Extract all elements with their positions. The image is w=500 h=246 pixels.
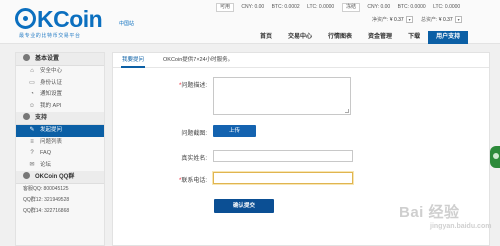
sidebar-item-forum[interactable]: ✉ 论坛 (16, 160, 104, 172)
available-balance-ticker: 可用 CNY: 0.00 BTC: 0.0002 LTC: 0.0000 (216, 3, 340, 12)
site-header: KCoin 中国站 最专业的比特币交易平台 可用 CNY: 0.00 BTC: … (0, 0, 500, 44)
qq-penguin-icon (23, 172, 30, 179)
logo-region-label: 中国站 (119, 21, 135, 27)
net-assets-dropdown-icon[interactable]: ▾ (406, 16, 414, 24)
list-icon: ≡ (30, 138, 34, 145)
sidebar-section-support: 支持 (16, 112, 104, 125)
sidebar-section-basic: 基本设置 (16, 53, 104, 66)
frozen-cny: CNY: 0.00 (367, 4, 391, 10)
nav-home[interactable]: 首页 (252, 31, 280, 44)
sidebar-item-notifications[interactable]: ◔ 通知设置 (16, 89, 104, 101)
nav-user-support[interactable]: 用户支持 (428, 31, 469, 44)
sidebar-item-ask-question[interactable]: ✎ 发起提问 (16, 125, 104, 137)
frozen-ltc: LTC: 0.0000 (433, 4, 461, 10)
frozen-tag: 冻结 (342, 3, 361, 12)
tab-bar: 我要提问 OKCoin提供7×24小时服务。 (113, 53, 489, 68)
okcoin-logo[interactable]: KCoin 中国站 最专业的比特币交易平台 (15, 7, 165, 39)
total-assets-value: ¥ 0.37 (438, 17, 453, 23)
nav-download[interactable]: 下载 (400, 31, 428, 44)
sidebar: 基本设置 ⌂ 安全中心 ▭ 身份认证 ◔ 通知设置 ☺ 我的 API 支持 ✎ 发起提问 … (15, 52, 105, 246)
sidebar-item-faq[interactable]: ? FAQ (16, 148, 104, 160)
home-icon: ⌂ (30, 68, 34, 74)
logo-o-icon (15, 8, 36, 29)
total-assets-dropdown-icon[interactable]: ▾ (455, 16, 463, 24)
qq-group-14: QQ群14: 322716868 (23, 208, 70, 214)
question-textarea[interactable] (213, 77, 351, 115)
net-assets-label: 净资产: (372, 17, 389, 23)
name-label: 真实姓名: (181, 156, 207, 162)
bell-icon: ◔ (30, 91, 34, 97)
available-tag: 可用 (216, 3, 235, 12)
logo-wordmark: KCoin (15, 7, 103, 31)
question-icon: ? (30, 150, 34, 156)
floating-service-widget[interactable] (490, 146, 500, 168)
available-btc: BTC: 0.0002 (271, 4, 300, 10)
sidebar-item-question-list[interactable]: ≡ 问题列表 (16, 137, 104, 149)
available-cny: CNY: 0.00 (241, 4, 265, 10)
sidebar-item-api[interactable]: ☺ 我的 API (16, 101, 104, 113)
tab-ask-question[interactable]: 我要提问 (121, 53, 146, 68)
phone-input[interactable] (213, 172, 353, 184)
frozen-balance-ticker: 冻结 CNY: 0.00 BTC: 0.0000 LTC: 0.0000 (342, 3, 466, 12)
upload-button[interactable]: 上传 (213, 125, 256, 137)
phone-label: *联系电话: (178, 178, 207, 184)
gear-icon (23, 54, 30, 61)
people-icon (23, 113, 30, 120)
qq-group-12: QQ群12: 321949528 (23, 197, 70, 203)
sidebar-item-identity[interactable]: ▭ 身份认证 (16, 78, 104, 90)
main-nav: 首页 交易中心 行情图表 资金管理 下载 用户支持 (252, 31, 469, 44)
service-note: OKCoin提供7×24小时服务。 (163, 57, 234, 63)
real-name-input[interactable] (213, 150, 353, 162)
screenshot-label: 问题截图: (181, 131, 207, 137)
net-assets: 净资产: ¥ 0.37 ▾ (372, 16, 414, 24)
nav-charts[interactable]: 行情图表 (320, 31, 360, 44)
qq-support-line: 客服QQ: 800045125 (23, 186, 69, 192)
sidebar-item-security-center[interactable]: ⌂ 安全中心 (16, 66, 104, 78)
nav-funds[interactable]: 资金管理 (360, 31, 400, 44)
frozen-btc: BTC: 0.0000 (397, 4, 426, 10)
question-label: *问题描述: (178, 83, 207, 89)
nav-trade-center[interactable]: 交易中心 (280, 31, 320, 44)
total-assets: 总资产: ¥ 0.37 ▾ (421, 16, 463, 24)
forum-icon: ✉ (29, 161, 35, 168)
submit-button[interactable]: 确认提交 (214, 199, 274, 213)
logo-tagline: 最专业的比特币交易平台 (19, 33, 81, 39)
edit-icon: ✎ (29, 127, 35, 133)
available-ltc: LTC: 0.0000 (307, 4, 335, 10)
id-card-icon: ▭ (29, 79, 35, 86)
user-icon: ☺ (28, 102, 36, 109)
net-assets-value: ¥ 0.37 (389, 17, 404, 23)
total-assets-label: 总资产: (421, 17, 438, 23)
sidebar-section-qq: OKCoin QQ群 (16, 171, 104, 184)
